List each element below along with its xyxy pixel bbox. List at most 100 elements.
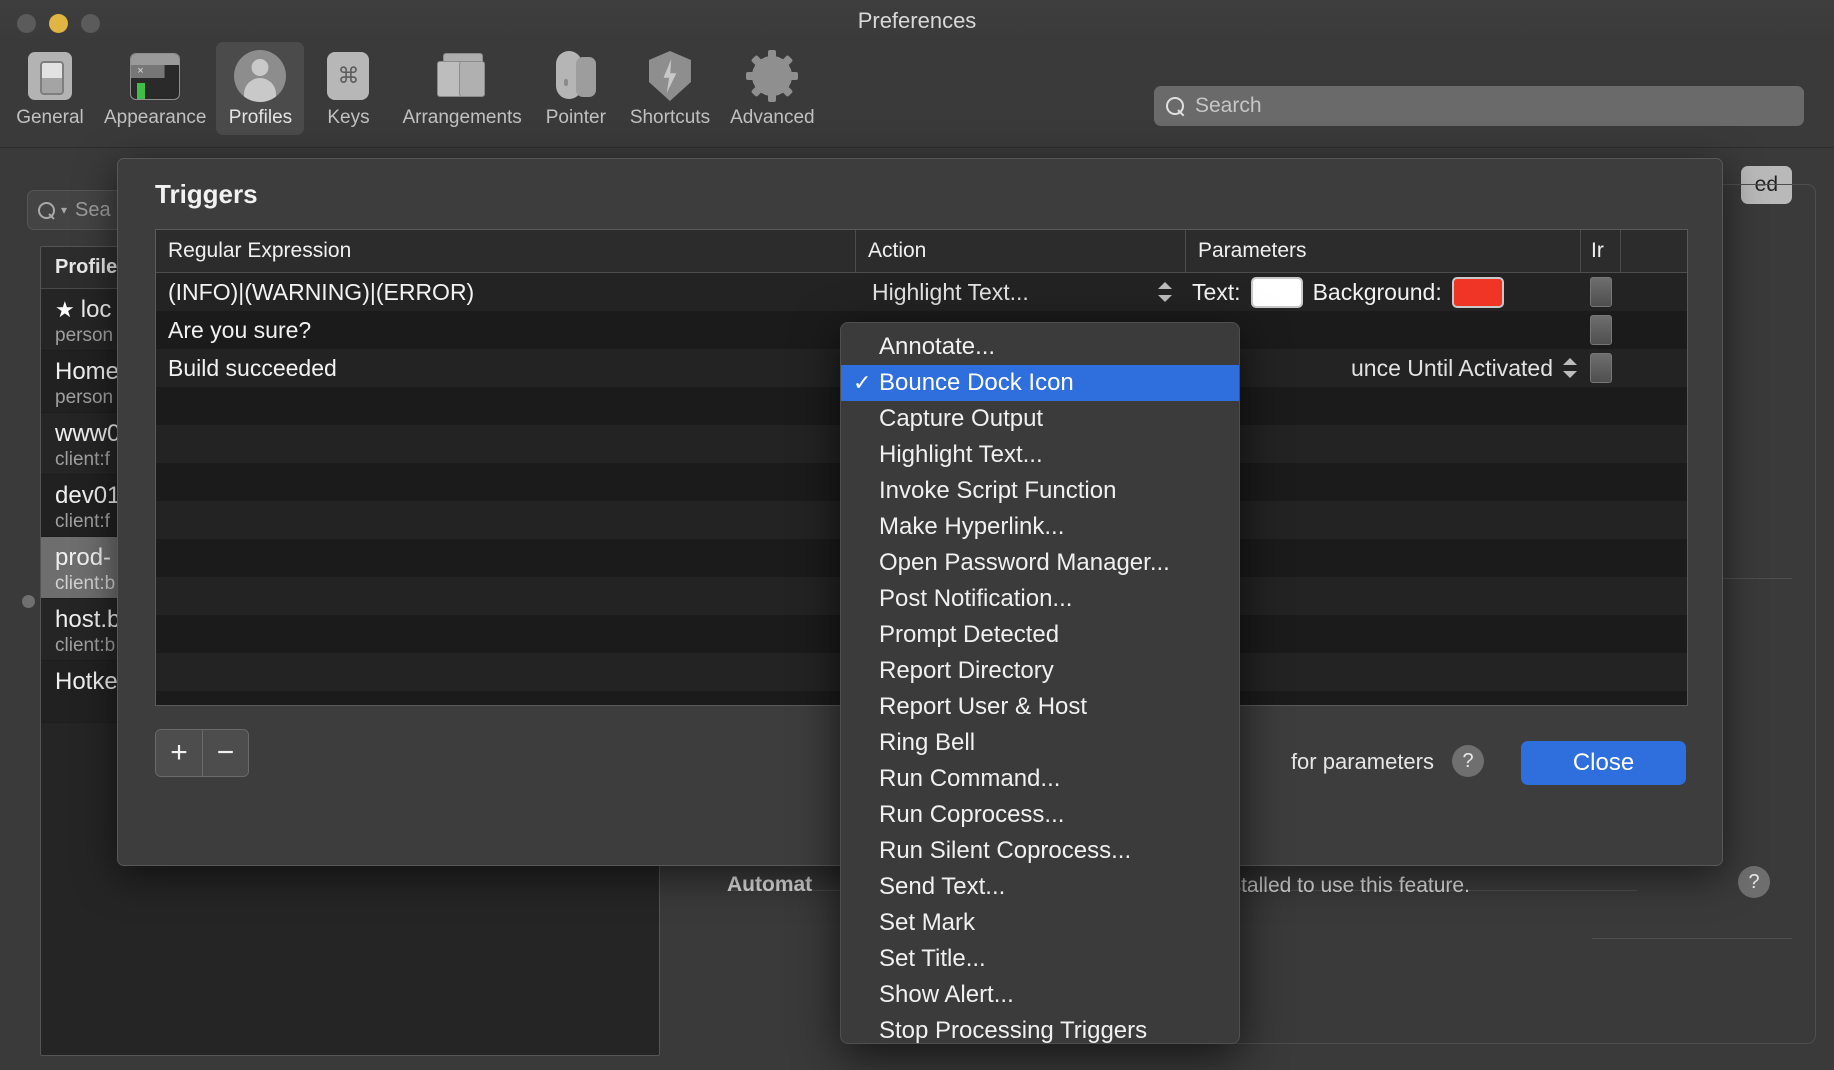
- toolbar-tab-advanced[interactable]: Advanced: [720, 42, 825, 135]
- preferences-toolbar: General × Appearance Profiles ⌘ Keys: [0, 38, 1834, 148]
- action-value: Highlight Text...: [872, 279, 1029, 306]
- check-icon: ✓: [853, 370, 871, 396]
- pointer-icon: [550, 50, 602, 102]
- menu-item-label: Prompt Detected: [879, 621, 1059, 649]
- column-header-action[interactable]: Action: [856, 230, 1186, 272]
- cell-instant[interactable]: [1581, 277, 1621, 307]
- column-header-parameters[interactable]: Parameters: [1186, 230, 1581, 272]
- menu-item-label: Run Silent Coprocess...: [879, 837, 1131, 865]
- menu-item-label: Highlight Text...: [879, 441, 1043, 469]
- menu-item-make-hyperlink[interactable]: Make Hyperlink...: [841, 509, 1239, 545]
- label-automation: Automat: [727, 873, 812, 897]
- cell-parameters[interactable]: unce Until Activated: [1186, 355, 1581, 382]
- action-dropdown-menu[interactable]: Annotate... ✓ Bounce Dock Icon Capture Outp…: [840, 322, 1240, 1044]
- toolbar-tab-general[interactable]: General: [6, 42, 94, 135]
- arrangements-icon: [436, 50, 488, 102]
- menu-item-label: Run Coprocess...: [879, 801, 1064, 829]
- text-color-swatch[interactable]: [1251, 277, 1303, 308]
- cell-regex[interactable]: Are you sure?: [156, 317, 856, 344]
- star-icon: ★: [55, 297, 75, 322]
- toolbar-tab-keys[interactable]: ⌘ Keys: [304, 42, 392, 135]
- action-value-overflow: unce Until Activated: [1351, 355, 1553, 382]
- cell-instant[interactable]: [1581, 353, 1621, 383]
- menu-item-bounce-dock-icon[interactable]: ✓ Bounce Dock Icon: [841, 365, 1239, 401]
- toolbar-tab-label: Appearance: [104, 107, 206, 129]
- search-input[interactable]: [1195, 94, 1792, 118]
- triggers-table-header: Regular Expression Action Parameters Ir: [156, 230, 1687, 273]
- toolbar-tab-label: Shortcuts: [630, 107, 710, 129]
- remove-trigger-button[interactable]: −: [202, 730, 248, 776]
- menu-item-open-password-manager[interactable]: Open Password Manager...: [841, 545, 1239, 581]
- menu-item-show-alert[interactable]: Show Alert...: [841, 977, 1239, 1013]
- menu-item-prompt-detected[interactable]: Prompt Detected: [841, 617, 1239, 653]
- column-header-instant[interactable]: Ir: [1581, 230, 1621, 272]
- menu-item-set-title[interactable]: Set Title...: [841, 941, 1239, 977]
- stepper-icon[interactable]: [1158, 280, 1172, 304]
- menu-item-label: Report Directory: [879, 657, 1054, 685]
- window-title: Preferences: [0, 8, 1834, 34]
- background-color-swatch[interactable]: [1452, 277, 1504, 308]
- cell-regex[interactable]: (INFO)|(WARNING)|(ERROR): [156, 279, 856, 306]
- toolbar-tab-label: Arrangements: [402, 107, 521, 129]
- table-row[interactable]: (INFO)|(WARNING)|(ERROR) Highlight Text.…: [156, 273, 1687, 311]
- menu-item-label: Set Title...: [879, 945, 986, 973]
- add-trigger-button[interactable]: +: [156, 730, 202, 776]
- menu-item-invoke-script-function[interactable]: Invoke Script Function: [841, 473, 1239, 509]
- menu-item-annotate[interactable]: Annotate...: [841, 329, 1239, 365]
- menu-item-label: Send Text...: [879, 873, 1005, 901]
- menu-item-highlight-text[interactable]: Highlight Text...: [841, 437, 1239, 473]
- search-icon: [1166, 97, 1185, 116]
- instant-checkbox[interactable]: [1590, 353, 1612, 383]
- menu-item-label: Show Alert...: [879, 981, 1014, 1009]
- profiles-icon: [234, 50, 286, 102]
- parameters-hint: for parameters: [1291, 749, 1434, 775]
- general-icon: [24, 50, 76, 102]
- status-dot: [22, 595, 35, 608]
- menu-item-label: Run Command...: [879, 765, 1060, 793]
- menu-item-label: Stop Processing Triggers: [879, 1017, 1147, 1044]
- cell-action[interactable]: Highlight Text...: [856, 279, 1186, 306]
- cell-instant[interactable]: [1581, 315, 1621, 345]
- toolbar-search-field[interactable]: [1154, 86, 1804, 126]
- menu-item-report-user-host[interactable]: Report User & Host: [841, 689, 1239, 725]
- menu-item-run-silent-coprocess[interactable]: Run Silent Coprocess...: [841, 833, 1239, 869]
- toolbar-tab-profiles[interactable]: Profiles: [216, 42, 304, 135]
- instant-checkbox[interactable]: [1590, 277, 1612, 307]
- menu-item-send-text[interactable]: Send Text...: [841, 869, 1239, 905]
- toolbar-tab-label: Profiles: [229, 107, 292, 129]
- menu-item-label: Set Mark: [879, 909, 975, 937]
- menu-item-label: Ring Bell: [879, 729, 975, 757]
- toolbar-tab-shortcuts[interactable]: Shortcuts: [620, 42, 720, 135]
- menu-item-report-directory[interactable]: Report Directory: [841, 653, 1239, 689]
- divider: [1592, 938, 1792, 939]
- triggers-add-remove-group: + −: [155, 729, 249, 777]
- menu-item-post-notification[interactable]: Post Notification...: [841, 581, 1239, 617]
- menu-item-label: Invoke Script Function: [879, 477, 1116, 505]
- menu-item-stop-processing-triggers[interactable]: Stop Processing Triggers: [841, 1013, 1239, 1044]
- help-button[interactable]: ?: [1452, 745, 1484, 777]
- close-button[interactable]: Close: [1521, 741, 1686, 785]
- chevron-down-icon: ▾: [61, 203, 67, 217]
- menu-item-set-mark[interactable]: Set Mark: [841, 905, 1239, 941]
- toolbar-tab-arrangements[interactable]: Arrangements: [392, 42, 531, 135]
- stepper-icon[interactable]: [1563, 356, 1577, 380]
- toolbar-tab-pointer[interactable]: Pointer: [532, 42, 620, 135]
- menu-item-run-command[interactable]: Run Command...: [841, 761, 1239, 797]
- column-header-regex[interactable]: Regular Expression: [156, 230, 856, 272]
- instant-checkbox[interactable]: [1590, 315, 1612, 345]
- menu-item-label: Annotate...: [879, 333, 995, 361]
- keys-icon: ⌘: [322, 50, 374, 102]
- menu-item-label: Bounce Dock Icon: [879, 369, 1074, 397]
- menu-item-ring-bell[interactable]: Ring Bell: [841, 725, 1239, 761]
- toolbar-tab-appearance[interactable]: × Appearance: [94, 42, 216, 135]
- cell-regex[interactable]: Build succeeded: [156, 355, 856, 382]
- cell-parameters[interactable]: Text: Background:: [1186, 277, 1581, 308]
- menu-item-label: Post Notification...: [879, 585, 1072, 613]
- shortcuts-icon: [644, 50, 696, 102]
- text-color-label: Text:: [1192, 279, 1241, 306]
- menu-item-capture-output[interactable]: Capture Output: [841, 401, 1239, 437]
- menu-item-label: Open Password Manager...: [879, 549, 1170, 577]
- menu-item-label: Capture Output: [879, 405, 1043, 433]
- menu-item-run-coprocess[interactable]: Run Coprocess...: [841, 797, 1239, 833]
- help-button[interactable]: ?: [1738, 866, 1770, 898]
